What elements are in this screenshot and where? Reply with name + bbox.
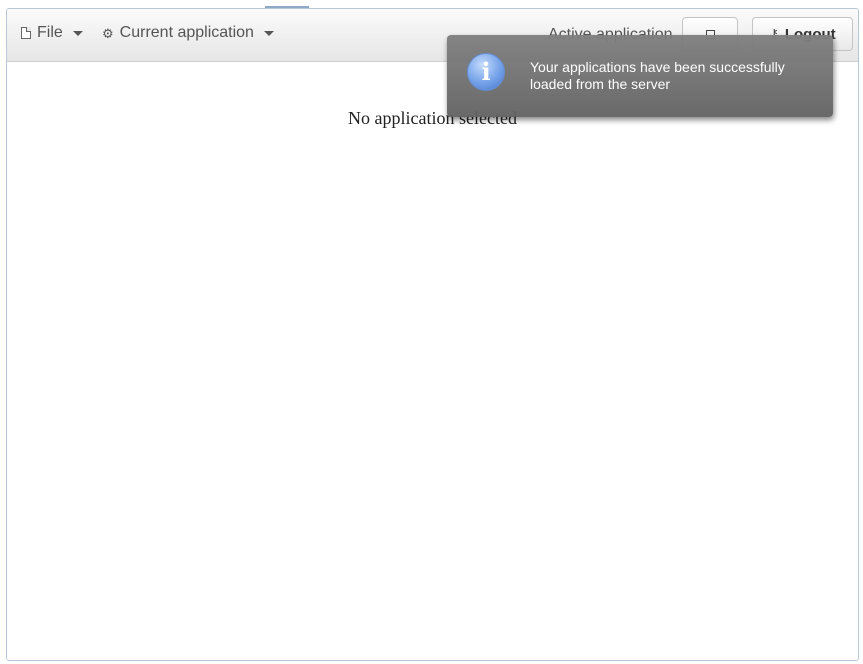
current-application-label: Current application	[119, 24, 254, 41]
caret-down-icon	[263, 30, 274, 36]
current-application-menu[interactable]: ⚙ Current application	[102, 24, 274, 42]
main-content: No application selected	[7, 62, 858, 660]
file-icon	[21, 27, 31, 39]
caret-down-icon	[72, 30, 83, 36]
info-icon: i	[467, 53, 505, 91]
notification-toast[interactable]: i Your applications have been successful…	[447, 35, 833, 117]
gear-icon: ⚙	[102, 25, 114, 41]
file-menu-label: File	[37, 24, 63, 41]
notification-message: Your applications have been successfully…	[530, 59, 785, 92]
file-menu[interactable]: File	[21, 24, 83, 42]
